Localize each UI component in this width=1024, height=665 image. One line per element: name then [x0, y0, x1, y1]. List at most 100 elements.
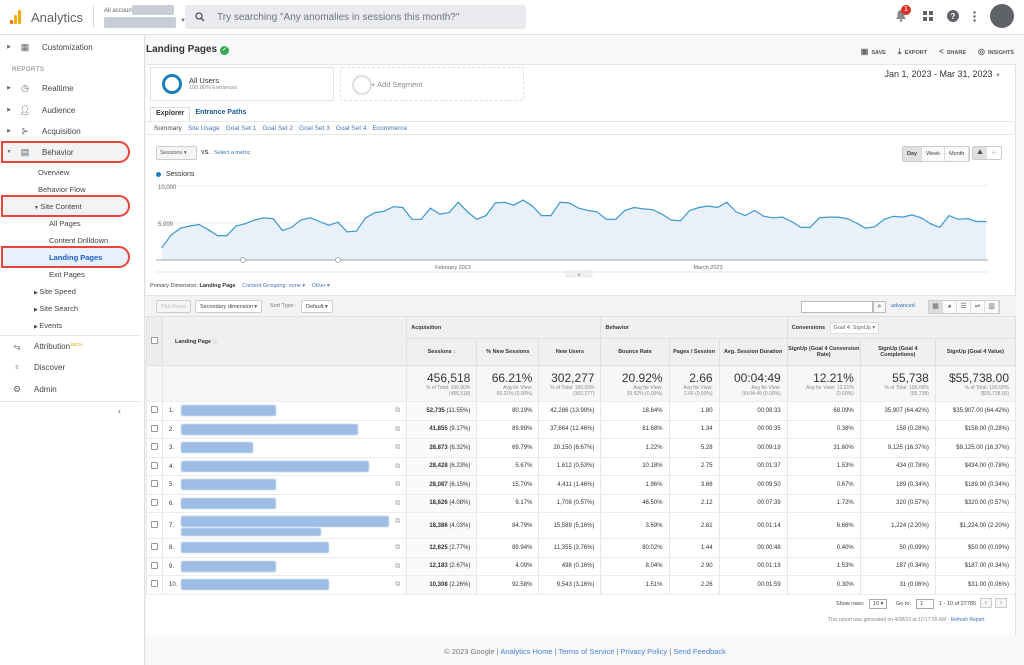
row-checkbox[interactable] — [151, 461, 158, 469]
table-filter-input[interactable] — [801, 301, 873, 313]
granularity-day[interactable]: Day — [903, 147, 923, 161]
table-row[interactable]: 5. ⧉ 28,087 (6.15%) 15.70% 4,411 (1.46%) 1.96… — [145, 475, 1017, 495]
data-point[interactable] — [957, 218, 959, 220]
data-point[interactable] — [522, 199, 524, 201]
row-checkbox[interactable] — [151, 424, 158, 432]
data-point[interactable] — [392, 206, 395, 208]
sidebar-item-site-speed[interactable]: ▶ Site Speed — [34, 287, 76, 296]
column-header-bounce-rate[interactable]: Bounce Rate — [600, 338, 670, 366]
open-link-icon[interactable]: ⧉ — [395, 544, 400, 552]
export-button[interactable]: ⤓ EXPORT — [898, 47, 927, 57]
data-point[interactable] — [865, 227, 867, 229]
sidebar-item-content-drilldown[interactable]: Content Drilldown — [49, 236, 108, 245]
data-point[interactable] — [281, 229, 283, 231]
data-point[interactable] — [642, 208, 645, 210]
segment-all-users[interactable]: All Users 100.00% Entrances — [150, 67, 334, 101]
data-point[interactable] — [550, 215, 552, 217]
data-point[interactable] — [855, 222, 857, 224]
date-range-picker[interactable]: Jan 1, 2023 - Mar 31, 2023 ▼ — [884, 69, 1001, 79]
data-point[interactable] — [540, 215, 543, 217]
column-header-pages-session[interactable]: Pages / Session — [668, 338, 720, 366]
data-point[interactable] — [753, 209, 756, 212]
data-point[interactable] — [568, 202, 570, 204]
column-header-avg-session-duration[interactable]: Avg. Session Duration — [718, 338, 788, 366]
data-point[interactable] — [846, 217, 848, 220]
data-point[interactable] — [716, 206, 719, 209]
data-point[interactable] — [346, 231, 348, 233]
data-point[interactable] — [291, 226, 293, 229]
data-point[interactable] — [596, 211, 598, 213]
data-point[interactable] — [874, 226, 876, 228]
subtab-site-usage[interactable]: Site Usage — [188, 125, 220, 132]
data-point[interactable] — [892, 215, 895, 217]
data-point[interactable] — [383, 210, 385, 212]
data-point[interactable] — [800, 226, 802, 229]
refresh-report-link[interactable]: Refresh Report — [951, 617, 985, 623]
subtab-goal-set-3[interactable]: Goal Set 3 — [299, 125, 330, 132]
sidebar-item-exit-pages[interactable]: Exit Pages — [49, 270, 85, 279]
data-point[interactable] — [809, 226, 811, 229]
granularity-week[interactable]: Week — [922, 147, 946, 161]
advanced-filter-link[interactable]: advanced — [891, 303, 915, 309]
data-point[interactable] — [911, 214, 913, 216]
row-checkbox[interactable] — [151, 580, 158, 588]
column-header-new-users[interactable]: New Users — [538, 338, 602, 366]
data-point[interactable] — [818, 217, 820, 219]
data-point[interactable] — [985, 220, 987, 223]
subtab-goal-set-1[interactable]: Goal Set 1 — [226, 125, 257, 132]
help-icon[interactable]: ? — [947, 10, 959, 22]
table-row[interactable]: 3. ⧉ 28,873 (6.32%) 69.79% 20,150 (6.67%) 1.2… — [145, 438, 1017, 458]
data-point[interactable] — [318, 220, 320, 223]
data-point[interactable] — [429, 207, 432, 209]
goto-page-input[interactable]: 1 — [916, 599, 934, 609]
data-point[interactable] — [448, 212, 450, 214]
data-point[interactable] — [513, 204, 515, 206]
data-point[interactable] — [772, 217, 774, 219]
plot-rows-button[interactable]: Plot Rows — [156, 300, 191, 313]
column-header-new-sessions[interactable]: % New Sessions — [476, 338, 540, 366]
motion-chart-icon[interactable]: ⁘ — [987, 147, 1001, 159]
data-point[interactable] — [420, 218, 422, 220]
redacted-page-url[interactable] — [181, 527, 322, 536]
annotation-marker[interactable] — [335, 257, 341, 263]
redacted-page-url[interactable] — [181, 479, 277, 491]
data-point[interactable] — [161, 246, 163, 249]
row-checkbox[interactable] — [151, 521, 158, 528]
data-point[interactable] — [689, 209, 691, 212]
redacted-page-url[interactable] — [181, 497, 277, 509]
data-point[interactable] — [966, 217, 969, 220]
data-point[interactable] — [365, 217, 367, 219]
data-point[interactable] — [744, 215, 746, 217]
data-table-view-icon[interactable]: ▦ — [929, 301, 943, 313]
data-point[interactable] — [253, 219, 256, 221]
data-point[interactable] — [559, 201, 561, 203]
data-point[interactable] — [235, 225, 237, 227]
open-link-icon[interactable]: ⧉ — [395, 500, 400, 508]
data-point[interactable] — [300, 219, 302, 221]
data-point[interactable] — [272, 217, 274, 220]
analytics-logo[interactable] — [10, 10, 21, 24]
data-point[interactable] — [578, 207, 580, 209]
data-point[interactable] — [902, 216, 904, 218]
sidebar-item-discover[interactable]: ♀ Discover — [0, 357, 140, 377]
redacted-page-url[interactable] — [181, 442, 254, 454]
footer-link-analytics-home[interactable]: Analytics Home — [500, 647, 552, 656]
data-point[interactable] — [883, 218, 885, 220]
table-row[interactable]: 6. ⧉ 18,626 (4.08%) 9.17% 1,708 (0.57%) 46.50… — [145, 494, 1017, 513]
data-point[interactable] — [503, 201, 506, 203]
row-checkbox[interactable] — [151, 443, 158, 451]
data-point[interactable] — [726, 201, 728, 203]
data-point[interactable] — [411, 218, 413, 220]
footer-link-feedback[interactable]: Send Feedback — [673, 647, 726, 656]
data-point[interactable] — [624, 209, 626, 212]
column-header-conversion-rate[interactable]: SignUp (Goal 4 Conversion Rate) — [786, 338, 861, 366]
column-header-goal-value[interactable]: SignUp (Goal 4 Value) — [934, 338, 1017, 366]
data-point[interactable] — [929, 223, 932, 225]
table-row[interactable]: 8. ⧉ 12,625 (2.77%) 89.94% 11,355 (3.76%) 80.… — [145, 538, 1017, 558]
open-link-icon[interactable]: ⧉ — [395, 463, 400, 471]
open-link-icon[interactable]: ⧉ — [395, 444, 400, 452]
data-point[interactable] — [328, 224, 330, 226]
goal-selector[interactable]: Goal 4: SignUp ▾ — [829, 321, 880, 334]
data-point[interactable] — [457, 201, 459, 203]
sidebar-item-audience[interactable]: ▶ 👤︎ Audience — [0, 100, 140, 120]
